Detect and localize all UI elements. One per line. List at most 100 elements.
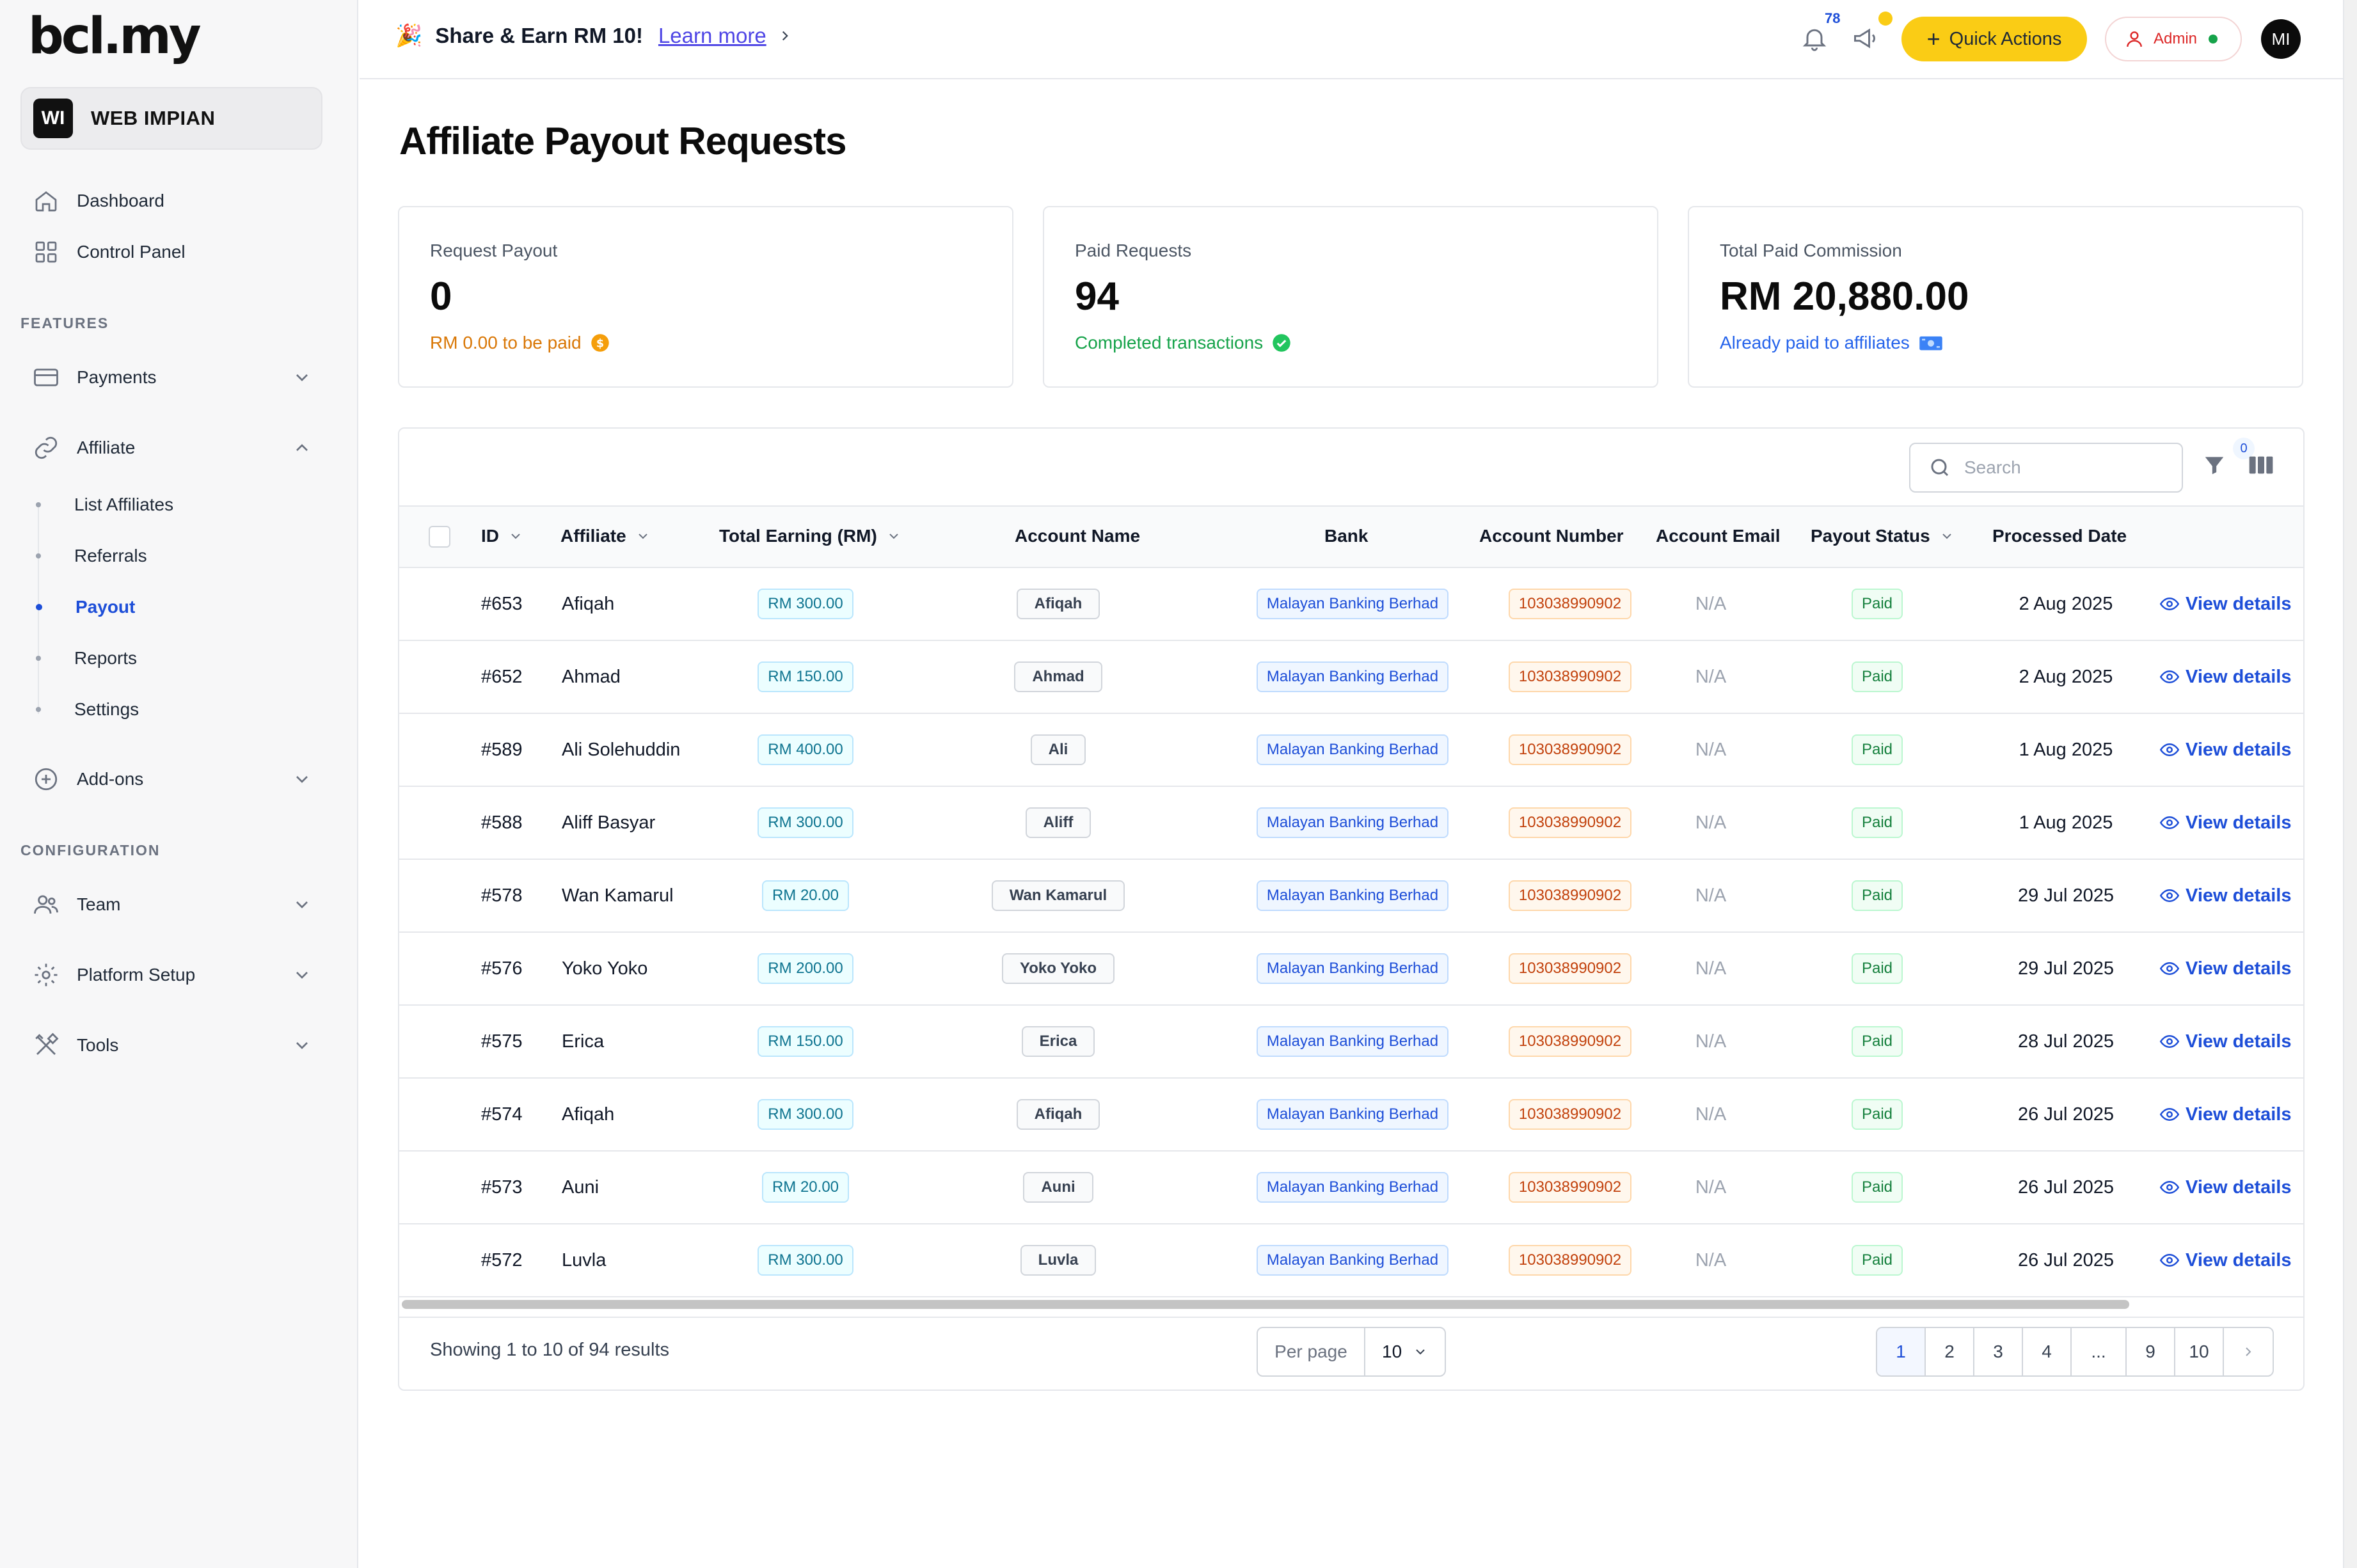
column-header-affiliate[interactable]: Affiliate	[560, 526, 651, 546]
admin-menu[interactable]: Admin	[2105, 17, 2242, 61]
sidebar-subitem-reports[interactable]: Reports	[36, 642, 137, 674]
sidebar-item-payments[interactable]: Payments	[31, 358, 312, 397]
view-details-link[interactable]: View details	[2160, 641, 2292, 713]
sidebar-item-addons[interactable]: Add-ons	[31, 760, 312, 798]
column-header-payout-status[interactable]: Payout Status	[1811, 526, 1955, 546]
megaphone-icon[interactable]	[1848, 20, 1884, 56]
table-row[interactable]: #573 Auni RM 20.00 Auni Malayan Banking Berh…	[399, 1152, 2303, 1224]
cell-id: #575	[481, 1031, 523, 1052]
sidebar-subitem-payout[interactable]: Payout	[36, 591, 135, 623]
cell-account-number: 103038990902	[1474, 787, 1666, 859]
payout-table-card: 0 ID Affiliate Total Earning (RM) Accoun…	[398, 427, 2305, 1391]
view-details-link[interactable]: View details	[2160, 1224, 2292, 1296]
bank-badge: Malayan Banking Berhad	[1256, 589, 1449, 619]
view-details-link[interactable]: View details	[2160, 714, 2292, 786]
sidebar-item-team[interactable]: Team	[31, 885, 312, 924]
account-number-badge: 103038990902	[1508, 1026, 1632, 1057]
cell-processed-date: 2 Aug 2025	[2019, 666, 2113, 687]
cell-affiliate: Yoko Yoko	[562, 958, 648, 979]
sidebar-subitem-settings[interactable]: Settings	[36, 693, 139, 725]
plus-icon: +	[1926, 26, 1940, 52]
page-button[interactable]: 1	[1877, 1328, 1926, 1375]
page-button[interactable]: 4	[2023, 1328, 2072, 1375]
cell-account-name: Aliff	[969, 787, 1148, 859]
account-number-badge: 103038990902	[1508, 807, 1632, 838]
cell-affiliate: Afiqah	[562, 1104, 615, 1125]
account-number-badge: 103038990902	[1508, 661, 1632, 692]
table-row[interactable]: #652 Ahmad RM 150.00 Ahmad Malayan Banking B…	[399, 641, 2303, 714]
per-page-value[interactable]: 10	[1365, 1342, 1445, 1362]
view-details-link[interactable]: View details	[2160, 860, 2292, 931]
table-row[interactable]: #653 Afiqah RM 300.00 Afiqah Malayan Banking…	[399, 568, 2303, 641]
app-logo[interactable]: bcl.my	[28, 8, 202, 65]
table-row[interactable]: #574 Afiqah RM 300.00 Afiqah Malayan Banking…	[399, 1079, 2303, 1152]
stat-label: Paid Requests	[1075, 241, 1192, 260]
page-button[interactable]: 3	[1974, 1328, 2023, 1375]
search-field[interactable]	[1909, 443, 2183, 493]
sidebar-subitem-referrals[interactable]: Referrals	[36, 540, 147, 572]
table-row[interactable]: #578 Wan Kamarul RM 20.00 Wan Kamarul Malaya…	[399, 860, 2303, 933]
view-details-link[interactable]: View details	[2160, 1006, 2292, 1077]
pagination: 1 2 3 4... 9 10	[1876, 1327, 2274, 1377]
column-header-account-email: Account Email	[1656, 526, 1780, 546]
page-title: Affiliate Payout Requests	[399, 120, 846, 162]
page-button[interactable]: 2	[1926, 1328, 1974, 1375]
cell-id: #652	[481, 666, 523, 687]
cell-id: #589	[481, 739, 523, 760]
cell-account-name: Afiqah	[969, 568, 1148, 640]
avatar[interactable]: MI	[2261, 19, 2301, 59]
view-details-link[interactable]: View details	[2160, 1152, 2292, 1223]
cell-bank: Malayan Banking Berhad	[1231, 787, 1474, 859]
online-status-dot	[2209, 35, 2218, 44]
link-icon	[31, 432, 61, 463]
filter-icon[interactable]	[2202, 453, 2226, 480]
page-scrollbar[interactable]	[2343, 0, 2357, 1568]
status-badge: Paid	[1851, 1245, 1903, 1276]
next-page-button[interactable]	[2224, 1328, 2273, 1375]
sidebar-item-label: Control Panel	[77, 242, 186, 262]
account-name-badge: Erica	[1021, 1026, 1095, 1057]
promo-text: Share & Earn RM 10!	[435, 24, 643, 47]
cell-payout-status: Paid	[1800, 1152, 1954, 1223]
view-details-link[interactable]: View details	[2160, 933, 2292, 1004]
search-input[interactable]	[1964, 457, 2169, 478]
cell-account-number: 103038990902	[1474, 1224, 1666, 1296]
sidebar-item-control-panel[interactable]: Control Panel	[31, 233, 312, 271]
workspace-switcher[interactable]: WI WEB IMPIAN	[20, 87, 322, 150]
sidebar-subitem-list-affiliates[interactable]: List Affiliates	[36, 489, 173, 521]
sidebar-item-tools[interactable]: Tools	[31, 1026, 312, 1065]
sidebar-item-platform-setup[interactable]: Platform Setup	[31, 956, 312, 994]
view-details-link[interactable]: View details	[2160, 568, 2292, 640]
earning-badge: RM 400.00	[758, 734, 853, 765]
earning-badge: RM 150.00	[758, 1026, 853, 1057]
bank-badge: Malayan Banking Berhad	[1256, 880, 1449, 911]
column-header-total-earning[interactable]: Total Earning (RM)	[719, 526, 901, 546]
view-details-label: View details	[2186, 593, 2292, 614]
horizontal-scrollbar[interactable]	[402, 1300, 2129, 1309]
status-badge: Paid	[1851, 1172, 1903, 1203]
page-button[interactable]: 10	[2175, 1328, 2224, 1375]
quick-actions-button[interactable]: + Quick Actions	[1901, 17, 2087, 61]
view-details-link[interactable]: View details	[2160, 1079, 2292, 1150]
sidebar-item-dashboard[interactable]: Dashboard	[31, 182, 312, 220]
table-row[interactable]: #589 Ali Solehuddin RM 400.00 Ali Malayan Ba…	[399, 714, 2303, 787]
learn-more-link[interactable]: Learn more	[658, 24, 766, 48]
table-row[interactable]: #572 Luvla RM 300.00 Luvla Malayan Banking B…	[399, 1224, 2303, 1297]
cell-processed-date: 26 Jul 2025	[2018, 1249, 2114, 1271]
section-label-configuration: CONFIGURATION	[20, 842, 161, 859]
subitem-label: Referrals	[74, 546, 147, 566]
page-button[interactable]: 9	[2127, 1328, 2175, 1375]
select-all-checkbox[interactable]	[429, 526, 450, 548]
grid-icon	[31, 237, 61, 267]
table-row[interactable]: #576 Yoko Yoko RM 200.00 Yoko Yoko Malayan B…	[399, 933, 2303, 1006]
account-name-badge: Wan Kamarul	[991, 880, 1125, 911]
table-row[interactable]: #588 Aliff Basyar RM 300.00 Aliff Malayan Ba…	[399, 787, 2303, 860]
view-details-link[interactable]: View details	[2160, 787, 2292, 859]
cell-account-number: 103038990902	[1474, 568, 1666, 640]
table-row[interactable]: #575 Erica RM 150.00 Erica Malayan Banking B…	[399, 1006, 2303, 1079]
sidebar-item-affiliate[interactable]: Affiliate	[31, 429, 312, 467]
column-header-id[interactable]: ID	[481, 526, 523, 546]
search-icon	[1931, 459, 1949, 477]
per-page-select[interactable]: Per page 10	[1257, 1327, 1446, 1377]
columns-icon[interactable]	[2248, 454, 2274, 479]
